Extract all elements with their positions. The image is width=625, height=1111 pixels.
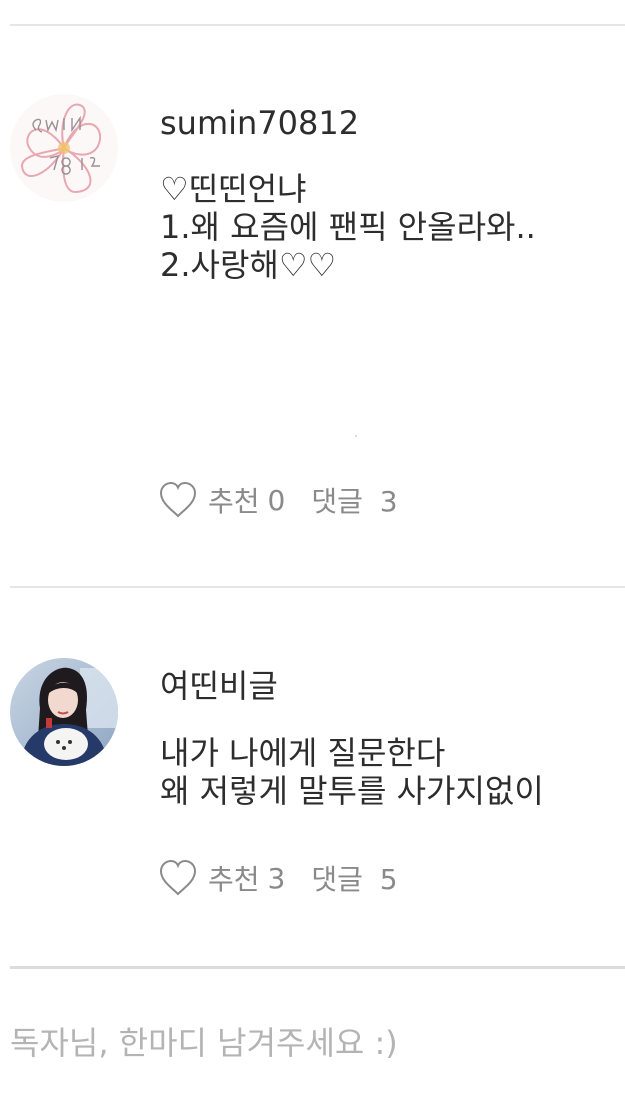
heart-icon [159, 481, 197, 518]
input-divider [10, 966, 625, 969]
reply-label: 댓글 [311, 485, 363, 518]
recommend-count: 3 [267, 861, 286, 895]
recommend-button[interactable]: 추천 3 [158, 858, 285, 898]
stray-dot [355, 435, 357, 437]
comment-line: 왜 저렇게 말투를 사가지없이 [160, 772, 544, 810]
comment-item: 여띤비글 내가 나에게 질문한다 왜 저렇게 말투를 사가지없이 추천 3 댓글… [0, 588, 625, 966]
comment-input[interactable]: 독자님, 한마디 남겨주세요 :) [10, 1016, 615, 1070]
comment-actions: 추천 3 댓글 5 [158, 858, 398, 898]
heart-icon [159, 859, 197, 896]
comment-actions: 추천 0 댓글 3 [158, 480, 398, 520]
comment-body: 내가 나에게 질문한다 왜 저렇게 말투를 사가지없이 [160, 734, 617, 810]
reply-button[interactable]: 댓글 3 [311, 480, 397, 520]
recommend-count: 0 [267, 483, 286, 517]
reply-button[interactable]: 댓글 5 [311, 858, 397, 898]
profile-photo-image [10, 658, 118, 766]
reply-label: 댓글 [311, 863, 363, 896]
flower-sketch-image [10, 94, 118, 202]
recommend-button[interactable]: 추천 0 [158, 480, 285, 520]
reply-count: 3 [379, 485, 398, 518]
comment-username[interactable]: 여띤비글 [160, 666, 278, 706]
comment-line: 내가 나에게 질문한다 [160, 734, 446, 772]
comment-item: sumin70812 ♡띤띤언냐 1.왜 요즘에 팬픽 안올라와.. 2.사랑해… [0, 0, 625, 588]
comment-line: 1.왜 요즘에 팬픽 안올라와.. [160, 208, 536, 246]
avatar[interactable] [10, 94, 118, 202]
reply-count: 5 [379, 863, 398, 896]
recommend-label: 추천 [208, 485, 260, 518]
avatar[interactable] [10, 658, 118, 766]
recommend-label: 추천 [208, 863, 260, 896]
comment-line: ♡띤띤언냐 [160, 170, 307, 208]
comment-line: 2.사랑해♡♡ [160, 246, 337, 284]
comment-body: ♡띤띤언냐 1.왜 요즘에 팬픽 안올라와.. 2.사랑해♡♡ [160, 170, 617, 284]
comment-username[interactable]: sumin70812 [160, 103, 359, 143]
